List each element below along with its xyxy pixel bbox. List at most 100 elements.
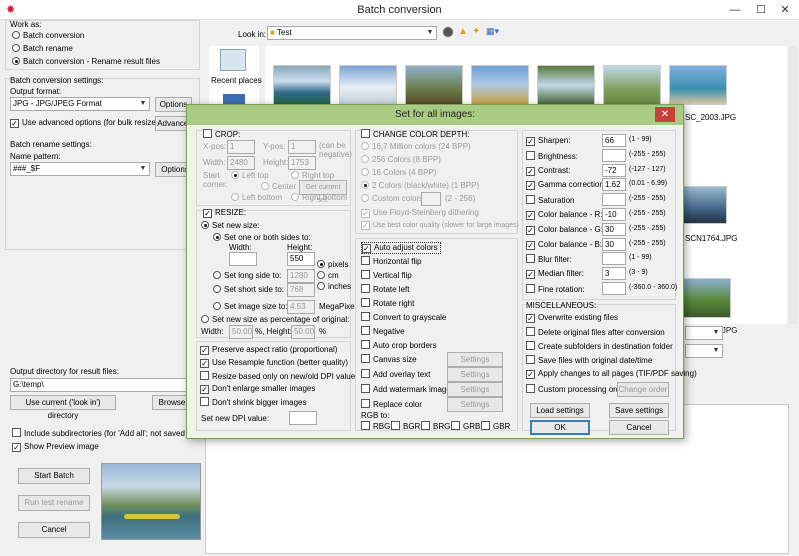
adjust-row[interactable]: Blur filter: xyxy=(526,254,572,264)
resize-checkbox[interactable]: ✓ RESIZE: xyxy=(203,208,246,218)
adjust-row[interactable]: Brightness: xyxy=(526,150,578,161)
crop-ypos-input[interactable]: 1 xyxy=(288,140,316,154)
one-or-both-radio[interactable]: Set one or both sides to: xyxy=(213,233,311,242)
load-settings-button[interactable]: Load settings xyxy=(530,403,590,418)
image-thumbnail[interactable] xyxy=(405,65,463,105)
watermark-checkbox[interactable]: Add watermark image xyxy=(361,384,451,394)
dialog-cancel-button[interactable]: Cancel xyxy=(609,420,669,435)
adjust-row[interactable]: Saturation xyxy=(526,195,574,205)
recent-places-label[interactable]: Recent places xyxy=(211,76,262,85)
output-dir-input[interactable]: G:\temp\ xyxy=(10,378,188,392)
replace-settings-button[interactable]: Settings xyxy=(447,397,503,412)
adjust-input[interactable] xyxy=(602,193,626,207)
save-settings-button[interactable]: Save settings xyxy=(609,403,669,418)
pct-height-input[interactable]: 50.00 xyxy=(291,325,315,339)
change-order-button[interactable]: Change order xyxy=(617,382,669,397)
adjust-row[interactable]: Fine rotation: xyxy=(526,284,585,294)
depth-8bpp[interactable]: 256 Colors (8 BPP) xyxy=(361,155,441,164)
crop-checkbox[interactable]: CROP: xyxy=(203,129,240,139)
cancel-batch-button[interactable]: Cancel xyxy=(18,522,90,538)
horizontal-flip-checkbox[interactable]: Horizontal flip xyxy=(361,256,421,266)
overlay-settings-button[interactable]: Settings xyxy=(447,367,503,382)
show-preview-checkbox[interactable]: ✓ Show Preview image xyxy=(12,442,99,452)
use-advanced-checkbox[interactable]: ✓ Use advanced options (for bulk resize..… xyxy=(10,118,165,128)
floyd-checkbox[interactable]: ✓ Use Floyd-Steinberg dithering xyxy=(361,208,479,218)
depth-24bpp[interactable]: 16,7 Million colors (24 BPP) xyxy=(361,142,471,151)
depth-1bpp[interactable]: 2 Colors (black/white) (1 BPP) xyxy=(361,181,479,190)
apply-all-pages-checkbox[interactable]: ✓ Apply changes to all pages (TIF/PDF sav… xyxy=(526,369,697,379)
crop-xpos-input[interactable]: 1 xyxy=(227,140,255,154)
short-side-radio[interactable]: Set short side to: xyxy=(213,285,284,294)
image-thumbnail[interactable] xyxy=(537,65,595,105)
sort-select[interactable]: ▼ xyxy=(685,344,723,358)
rgb-bgr-checkbox[interactable]: BGR xyxy=(391,421,420,431)
image-thumbnail[interactable] xyxy=(677,278,731,318)
close-button[interactable]: ✕ xyxy=(772,0,798,20)
output-format-select[interactable]: JPG - JPG/JPEG Format ▼ xyxy=(10,97,150,111)
file-list-scrollbar[interactable] xyxy=(789,46,797,324)
replace-color-checkbox[interactable]: Replace color xyxy=(361,399,422,409)
image-thumbnail[interactable] xyxy=(339,65,397,105)
long-side-radio[interactable]: Set long side to: xyxy=(213,271,281,280)
corner-right-top[interactable]: Right top xyxy=(291,171,334,180)
dont-enlarge-checkbox[interactable]: ✓ Don't enlarge smaller images xyxy=(200,384,315,394)
include-subdirs-checkbox[interactable]: Include subdirectories (for 'Add all'; n… xyxy=(12,428,213,438)
unit-inches[interactable]: inches xyxy=(317,282,351,291)
minimize-button[interactable]: — xyxy=(722,0,748,20)
crop-height-input[interactable]: 1753 xyxy=(288,156,316,170)
resize-width-input[interactable] xyxy=(229,252,257,266)
vertical-flip-checkbox[interactable]: Vertical flip xyxy=(361,270,412,280)
image-thumbnail[interactable] xyxy=(677,186,727,224)
rgb-rbg-checkbox[interactable]: RBG xyxy=(361,421,390,431)
adjust-input[interactable] xyxy=(602,252,626,266)
adjust-row[interactable]: ✓ Color balance - B: xyxy=(526,240,602,250)
short-side-input[interactable]: 768 xyxy=(287,283,315,297)
look-in-select[interactable]: ■ Test ▼ xyxy=(267,26,437,40)
adjust-input[interactable]: 1.62 xyxy=(602,178,626,192)
use-current-dir-button[interactable]: Use current ('look in') directory xyxy=(10,395,116,420)
unit-pixels[interactable]: pixels xyxy=(317,260,348,269)
overlay-text-checkbox[interactable]: Add overlay text xyxy=(361,369,430,379)
overwrite-checkbox[interactable]: ✓ Overwrite existing files xyxy=(526,313,618,323)
watermark-settings-button[interactable]: Settings xyxy=(447,382,503,397)
delete-originals-checkbox[interactable]: Delete original files after conversion xyxy=(526,327,665,337)
corner-right-bottom[interactable]: Right bottom xyxy=(291,193,347,202)
dpi-only-checkbox[interactable]: Resize based only on new/old DPI value xyxy=(200,371,355,381)
resize-height-input[interactable]: 550 xyxy=(287,252,315,266)
file-label[interactable]: SC_2003.JPG xyxy=(685,113,736,122)
up-folder-icon[interactable]: ▲ xyxy=(458,26,468,37)
corner-left-bottom[interactable]: Left bottom xyxy=(231,193,282,202)
use-resample-checkbox[interactable]: ✓ Use Resample function (better quality) xyxy=(200,358,348,368)
preserve-aspect-checkbox[interactable]: ✓ Preserve aspect ratio (proportional) xyxy=(200,345,337,355)
dpi-input[interactable] xyxy=(289,411,317,425)
mode-batch-rename[interactable]: Batch rename xyxy=(12,44,73,53)
view-menu-icon[interactable]: ▦▾ xyxy=(486,26,499,37)
recent-places-icon[interactable] xyxy=(220,49,246,71)
image-size-radio[interactable]: Set image size to: xyxy=(213,302,288,311)
image-thumbnail[interactable] xyxy=(669,65,727,105)
best-quality-checkbox[interactable]: ✓ Use best color quality (slower for larg… xyxy=(361,221,519,230)
canvas-settings-button[interactable]: Settings xyxy=(447,352,503,367)
dont-shrink-checkbox[interactable]: Don't shrink bigger images xyxy=(200,397,306,407)
back-icon[interactable] xyxy=(443,27,453,37)
auto-adjust-colors-checkbox[interactable]: ✓ Auto adjust colors xyxy=(361,242,441,254)
crop-width-input[interactable]: 2480 xyxy=(227,156,255,170)
keep-date-checkbox[interactable]: Save files with original date/time xyxy=(526,355,652,365)
rotate-left-checkbox[interactable]: Rotate left xyxy=(361,284,409,294)
rotate-right-checkbox[interactable]: Rotate right xyxy=(361,298,414,308)
corner-left-top[interactable]: Left top xyxy=(231,171,269,180)
adjust-row[interactable]: ✓ Median filter: xyxy=(526,269,584,280)
adjust-row[interactable]: ✓ Color balance - R: xyxy=(526,210,602,220)
image-thumbnail[interactable] xyxy=(603,65,661,105)
canvas-size-checkbox[interactable]: Canvas size xyxy=(361,354,417,364)
custom-colors-input[interactable] xyxy=(421,192,441,206)
file-type-select[interactable]: ▼ xyxy=(685,326,723,340)
adjust-input[interactable] xyxy=(602,282,626,295)
negative-checkbox[interactable]: Negative xyxy=(361,326,405,336)
ok-button[interactable]: OK xyxy=(530,420,590,435)
adjust-input[interactable]: 30 xyxy=(602,222,626,236)
rgb-gbr-checkbox[interactable]: GBR xyxy=(481,421,510,431)
adjust-input[interactable]: -10 xyxy=(602,208,626,221)
rgb-brg-checkbox[interactable]: BRG xyxy=(421,421,450,431)
unit-cm[interactable]: cm xyxy=(317,271,339,280)
